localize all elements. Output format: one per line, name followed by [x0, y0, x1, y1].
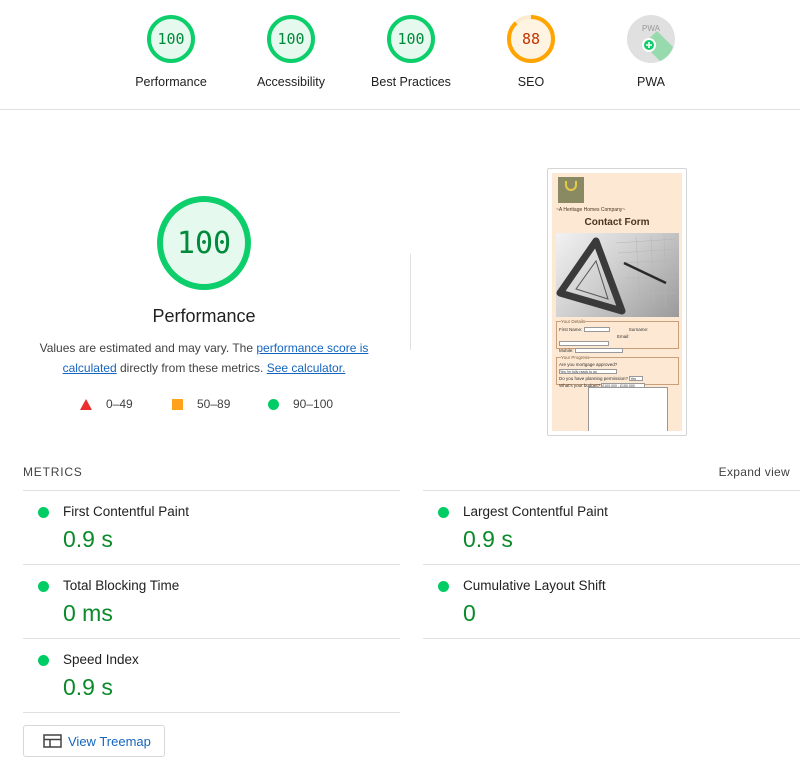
metric-total-blocking-time: Total Blocking Time 0 ms — [23, 564, 400, 638]
metric-value: 0.9 s — [463, 526, 513, 552]
legend-pass: 90–100 — [268, 397, 333, 411]
metric-name: Speed Index — [63, 652, 139, 667]
thumbnail-photo — [556, 233, 679, 317]
gauge-label: PWA — [636, 75, 665, 89]
pass-circle-icon — [38, 655, 49, 666]
pass-circle-icon — [268, 398, 279, 410]
gauge-seo[interactable]: 88 SEO — [481, 14, 581, 90]
gauge-label: Accessibility — [256, 75, 326, 89]
gauge-pwa[interactable]: PWA PWA — [601, 14, 701, 90]
metric-value: 0 — [463, 600, 476, 626]
metric-value: 0.9 s — [63, 526, 113, 552]
pwa-badge-icon: PWA — [627, 15, 675, 63]
fail-triangle-icon — [80, 398, 92, 410]
gauge-label: Performance — [135, 75, 207, 89]
pass-circle-icon — [438, 581, 449, 592]
thumbnail-title: Contact Form — [584, 217, 650, 228]
metric-name: First Contentful Paint — [63, 504, 190, 519]
gauge-ring: 100 — [147, 15, 195, 63]
pass-circle-icon — [38, 581, 49, 592]
legend-range: 90–100 — [293, 397, 334, 411]
view-treemap-label: View Treemap — [68, 733, 151, 749]
gauge-label: Best Practices — [371, 75, 451, 89]
thumbnail-details-box: Your Details First Name: Surname: Email:… — [556, 318, 679, 354]
category-gauges-bar: 100 Performance 100 Accessibility 100 Be… — [0, 0, 800, 110]
gauge-score: 100 — [277, 30, 304, 48]
metric-speed-index: Speed Index 0.9 s — [23, 638, 400, 712]
thumbnail-textarea — [588, 387, 668, 431]
final-screenshot-thumbnail[interactable]: ~A Heritage Homes Company~ Contact Form … — [547, 168, 687, 436]
performance-description: Values are estimated and may vary. The p… — [30, 338, 378, 378]
treemap-icon — [43, 734, 62, 748]
vertical-divider — [410, 254, 411, 350]
performance-score: 100 — [177, 226, 231, 261]
gauge-performance[interactable]: 100 Performance — [121, 14, 221, 90]
gauge-score: 100 — [157, 30, 184, 48]
gauge-ring: 100 — [387, 15, 435, 63]
metrics-divider — [423, 638, 800, 639]
legend-range: 0–49 — [106, 397, 133, 411]
gauge-accessibility[interactable]: 100 Accessibility — [241, 14, 341, 90]
metrics-divider — [23, 712, 400, 713]
thumbnail-company: ~A Heritage Homes Company~ — [556, 207, 626, 213]
site-logo — [558, 177, 584, 203]
metrics-heading: METRICS — [23, 465, 83, 479]
expand-view-toggle[interactable]: Expand view — [719, 465, 790, 479]
metric-value: 0.9 s — [63, 674, 113, 700]
description-text: Values are estimated and may vary. The — [39, 341, 257, 355]
gauge-ring: 100 — [267, 15, 315, 63]
view-treemap-button[interactable]: View Treemap — [23, 725, 165, 757]
metric-largest-contentful-paint: Largest Contentful Paint 0.9 s — [423, 490, 800, 564]
gauge-score: 100 — [397, 30, 424, 48]
thumbnail-progress-box: Your Progress Are you mortgage approved?… — [556, 354, 679, 389]
metric-name: Largest Contentful Paint — [463, 504, 608, 519]
pass-circle-icon — [438, 507, 449, 518]
gauge-score: 88 — [522, 30, 540, 48]
gauge-ring: 88 — [507, 15, 555, 63]
metric-name: Cumulative Layout Shift — [463, 578, 606, 593]
pwa-badge-text: PWA — [642, 24, 661, 33]
metrics-column-right: Largest Contentful Paint 0.9 s Cumulativ… — [423, 490, 800, 639]
thumbnail-page: ~A Heritage Homes Company~ Contact Form … — [552, 173, 682, 431]
pass-circle-icon — [38, 507, 49, 518]
performance-title: Performance — [152, 306, 256, 326]
legend-range: 50–89 — [197, 397, 231, 411]
gauge-best-practices[interactable]: 100 Best Practices — [361, 14, 461, 90]
legend-fail: 0–49 — [80, 397, 133, 411]
average-square-icon — [172, 398, 183, 410]
metric-first-contentful-paint: First Contentful Paint 0.9 s — [23, 490, 400, 564]
metrics-column-left: First Contentful Paint 0.9 s Total Block… — [23, 490, 400, 713]
gauge-label: SEO — [517, 75, 545, 89]
metric-cumulative-layout-shift: Cumulative Layout Shift 0 — [423, 564, 800, 638]
performance-score-gauge: 100 — [157, 196, 251, 290]
description-text: directly from these metrics. — [116, 361, 267, 375]
see-calculator-link[interactable]: See calculator. — [267, 361, 346, 375]
metric-value: 0 ms — [63, 600, 113, 626]
metric-name: Total Blocking Time — [63, 578, 180, 593]
legend-average: 50–89 — [172, 397, 230, 411]
